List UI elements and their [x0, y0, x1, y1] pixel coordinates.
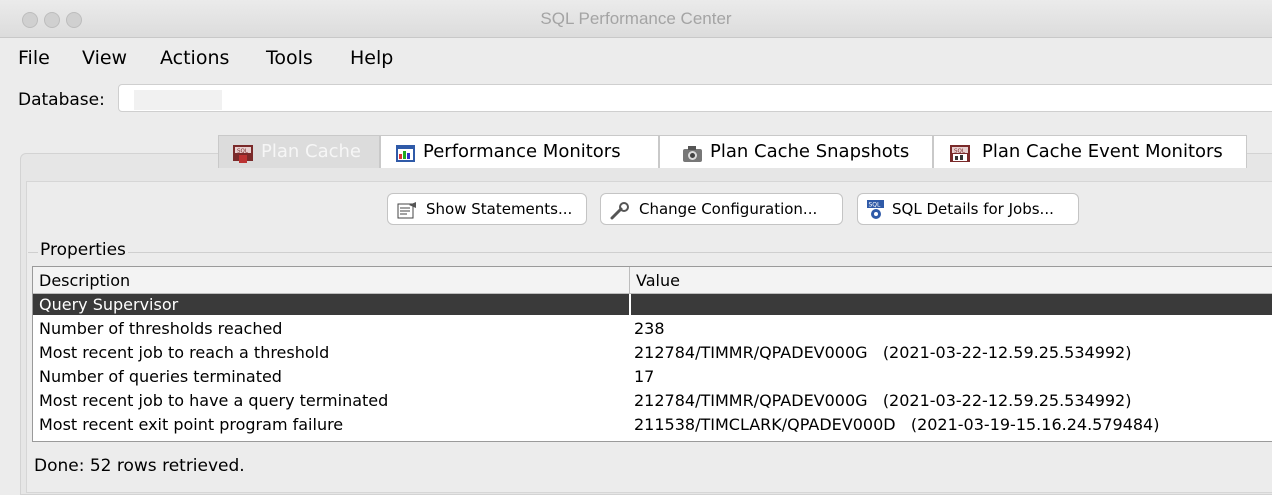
row-description: Number of queries terminated — [39, 367, 282, 386]
svg-text:SQL: SQL — [237, 149, 249, 155]
sql-details-for-jobs-button[interactable]: SQL SQL Details for Jobs... — [857, 193, 1079, 225]
menu-bar: File View Actions Tools Help — [0, 38, 1272, 76]
row-description: Most recent exit point program failure — [39, 415, 344, 434]
row-value: 212784/TIMMR/QPADEV000G (2021-03-22-12.5… — [634, 391, 1132, 410]
group-row-divider — [629, 294, 631, 315]
row-value: 17 — [634, 367, 655, 386]
table-row[interactable]: Number of thresholds reached 238 — [33, 318, 1272, 339]
database-value-redacted — [134, 90, 222, 110]
show-statements-button[interactable]: Show Statements... — [387, 193, 587, 225]
row-description: Most recent job to have a query terminat… — [39, 391, 389, 410]
database-input[interactable] — [118, 84, 1272, 112]
row-description: Number of thresholds reached — [39, 319, 283, 338]
row-description: Query Supervisor — [39, 295, 179, 314]
change-configuration-label: Change Configuration... — [639, 200, 818, 218]
row-value: 211538/TIMCLARK/QPADEV000D (2021-03-19-1… — [634, 415, 1160, 434]
tab-performance-monitors[interactable]: Performance Monitors — [380, 135, 659, 168]
tab-plan-cache-snapshots-label: Plan Cache Snapshots — [710, 141, 910, 162]
table-row[interactable]: Number of queries terminated 17 — [33, 366, 1272, 387]
statements-icon — [396, 200, 418, 230]
svg-text:SQL: SQL — [869, 202, 882, 209]
table-header: Description Value — [33, 267, 1272, 294]
menu-tools[interactable]: Tools — [266, 38, 313, 76]
window-title: SQL Performance Center — [540, 9, 732, 28]
column-header-value[interactable]: Value — [630, 267, 1272, 293]
change-configuration-button[interactable]: Change Configuration... — [600, 193, 843, 225]
sql-stop-icon: SQL — [233, 143, 255, 175]
sql-monitor-icon: SQL — [950, 143, 972, 175]
row-value: 238 — [634, 319, 665, 338]
tab-plan-cache-event-monitors-label: Plan Cache Event Monitors — [982, 141, 1223, 162]
database-label: Database: — [18, 90, 105, 110]
properties-title: Properties — [38, 240, 128, 260]
menu-actions[interactable]: Actions — [160, 38, 229, 76]
monitor-chart-icon — [395, 143, 417, 175]
table-row[interactable]: Most recent job to have a query terminat… — [33, 390, 1272, 411]
svg-text:SQL: SQL — [954, 149, 966, 155]
sql-details-for-jobs-label: SQL Details for Jobs... — [892, 200, 1054, 218]
table-row[interactable]: Most recent exit point program failure 2… — [33, 414, 1272, 435]
tab-plan-cache-label: Plan Cache — [261, 141, 361, 162]
table-row[interactable]: Most recent job to reach a threshold 212… — [33, 342, 1272, 363]
tab-plan-cache-event-monitors[interactable]: SQL Plan Cache Event Monitors — [933, 135, 1247, 168]
title-bar: SQL Performance Center — [0, 0, 1272, 38]
menu-help[interactable]: Help — [350, 38, 393, 76]
sql-gear-icon: SQL — [866, 200, 888, 230]
camera-icon — [682, 143, 704, 175]
wrench-icon — [609, 200, 631, 230]
column-header-description[interactable]: Description — [33, 267, 630, 293]
row-value: 212784/TIMMR/QPADEV000G (2021-03-22-12.5… — [634, 343, 1132, 362]
menu-view[interactable]: View — [82, 38, 127, 76]
table-row-group[interactable]: Query Supervisor — [33, 294, 1272, 315]
tab-plan-cache-snapshots[interactable]: Plan Cache Snapshots — [659, 135, 933, 168]
tab-performance-monitors-label: Performance Monitors — [423, 141, 621, 162]
tab-plan-cache[interactable]: SQL Plan Cache — [218, 135, 380, 168]
row-description: Most recent job to reach a threshold — [39, 343, 330, 362]
properties-table[interactable]: Description Value Query Supervisor Numbe… — [32, 266, 1272, 442]
menu-file[interactable]: File — [18, 38, 50, 76]
properties-border — [28, 252, 1272, 253]
show-statements-label: Show Statements... — [426, 200, 573, 218]
status-text: Done: 52 rows retrieved. — [34, 456, 245, 476]
